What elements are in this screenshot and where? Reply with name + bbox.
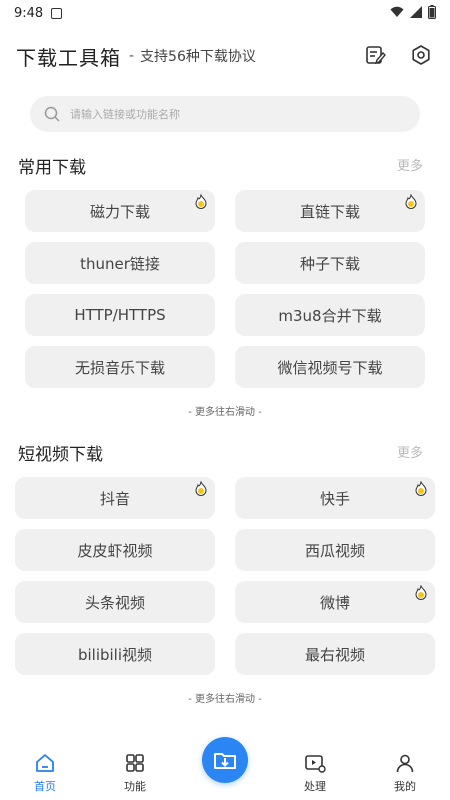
status-icons — [390, 5, 436, 19]
tile-label: 最右视频 — [304, 645, 365, 664]
tab-mine[interactable]: 我的 — [370, 752, 440, 794]
tile-label: 快手 — [319, 489, 350, 508]
video-process-icon — [305, 755, 326, 773]
tab-label: 首页 — [34, 780, 56, 793]
tile-label: HTTP/HTTPS — [74, 306, 166, 324]
tab-process[interactable]: 处理 — [280, 752, 350, 794]
tile-label: 磁力下载 — [89, 202, 150, 221]
tile-label: 无损音乐下载 — [74, 358, 165, 377]
flame-icon — [415, 585, 427, 600]
download-icon — [214, 753, 236, 769]
tab-home[interactable]: 首页 — [10, 752, 80, 794]
tab-label: 功能 — [124, 780, 146, 793]
swipe-hint-short-video: - 更多往右滑动 - — [188, 694, 262, 705]
tile-toutiao[interactable]: 头条视频 — [15, 581, 215, 623]
tile-label: 微信视频号下载 — [277, 358, 383, 377]
section-title-short-video: 短视频下载 — [16, 440, 103, 465]
search-icon — [44, 106, 60, 122]
swipe-hint-common: - 更多往右滑动 - — [188, 407, 262, 418]
tile-torrent-download[interactable]: 种子下载 — [235, 242, 425, 284]
tile-label: m3u8合并下载 — [278, 306, 382, 325]
tile-label: 西瓜视频 — [304, 541, 365, 560]
tile-magnet-download[interactable]: 磁力下载 — [25, 190, 215, 232]
app-header: 下载工具箱 - 支持56种下载协议 — [16, 40, 434, 72]
short-video-grid: 抖音 快手 皮皮虾视频 西瓜视频 头条视频 微博 bilibili视频 最右视频 — [15, 477, 435, 675]
user-icon — [396, 754, 414, 773]
search-bar[interactable] — [30, 96, 420, 132]
status-bar: 9:48 — [0, 0, 450, 26]
tile-label: 皮皮虾视频 — [77, 541, 153, 560]
more-link-common[interactable]: 更多 — [397, 155, 423, 174]
tile-thunder-link[interactable]: thuner链接 — [25, 242, 215, 284]
header-actions — [362, 42, 434, 68]
page-title: 下载工具箱 — [16, 45, 121, 70]
tile-label: bilibili视频 — [77, 645, 153, 664]
flame-icon — [195, 481, 207, 496]
section-title-text: 短视频下载 — [18, 445, 103, 465]
flame-icon — [405, 194, 417, 209]
grid-icon — [126, 754, 144, 772]
notification-icon — [51, 7, 63, 19]
signal-icon — [410, 6, 422, 18]
download-fab-button[interactable] — [202, 737, 248, 783]
settings-button[interactable] — [408, 42, 434, 68]
tile-label: 微博 — [319, 593, 350, 612]
gear-icon — [412, 45, 430, 65]
tile-weibo[interactable]: 微博 — [235, 581, 435, 623]
battery-icon — [428, 5, 436, 19]
tile-wechat-channels[interactable]: 微信视频号下载 — [235, 346, 425, 388]
tile-xigua[interactable]: 西瓜视频 — [235, 529, 435, 571]
flame-icon — [415, 481, 427, 496]
tile-douyin[interactable]: 抖音 — [15, 477, 215, 519]
tab-features[interactable]: 功能 — [100, 752, 170, 794]
tile-label: 头条视频 — [84, 593, 145, 612]
home-icon — [36, 754, 54, 772]
tile-direct-link-download[interactable]: 直链下载 — [235, 190, 425, 232]
flame-icon — [195, 194, 207, 209]
wifi-icon — [390, 6, 404, 17]
more-link-short-video[interactable]: 更多 — [397, 442, 423, 461]
page-subtitle: 支持56种下载协议 — [140, 49, 256, 65]
tile-kuaishou[interactable]: 快手 — [235, 477, 435, 519]
common-download-grid: 磁力下载 直链下载 thuner链接 种子下载 HTTP/HTTPS m3u8合… — [25, 190, 425, 388]
tile-pipixia[interactable]: 皮皮虾视频 — [15, 529, 215, 571]
section-title-text: 常用下载 — [18, 158, 86, 178]
tab-label: 处理 — [304, 780, 326, 793]
tile-label: 抖音 — [99, 489, 130, 508]
search-input[interactable] — [70, 107, 390, 121]
tile-label: thuner链接 — [80, 254, 160, 273]
tile-m3u8-merge[interactable]: m3u8合并下载 — [235, 294, 425, 336]
section-title-common: 常用下载 — [16, 153, 86, 178]
edit-note-icon — [366, 46, 386, 65]
tile-bilibili[interactable]: bilibili视频 — [15, 633, 215, 675]
tile-http-https[interactable]: HTTP/HTTPS — [25, 294, 215, 336]
title-separator: - — [129, 48, 135, 64]
notes-button[interactable] — [362, 42, 388, 68]
tile-label: 种子下载 — [299, 254, 360, 273]
tile-lossless-music[interactable]: 无损音乐下载 — [25, 346, 215, 388]
tile-label: 直链下载 — [299, 202, 360, 221]
tab-label: 我的 — [394, 780, 416, 793]
status-time: 9:48 — [14, 5, 44, 21]
tile-zuiyou[interactable]: 最右视频 — [235, 633, 435, 675]
